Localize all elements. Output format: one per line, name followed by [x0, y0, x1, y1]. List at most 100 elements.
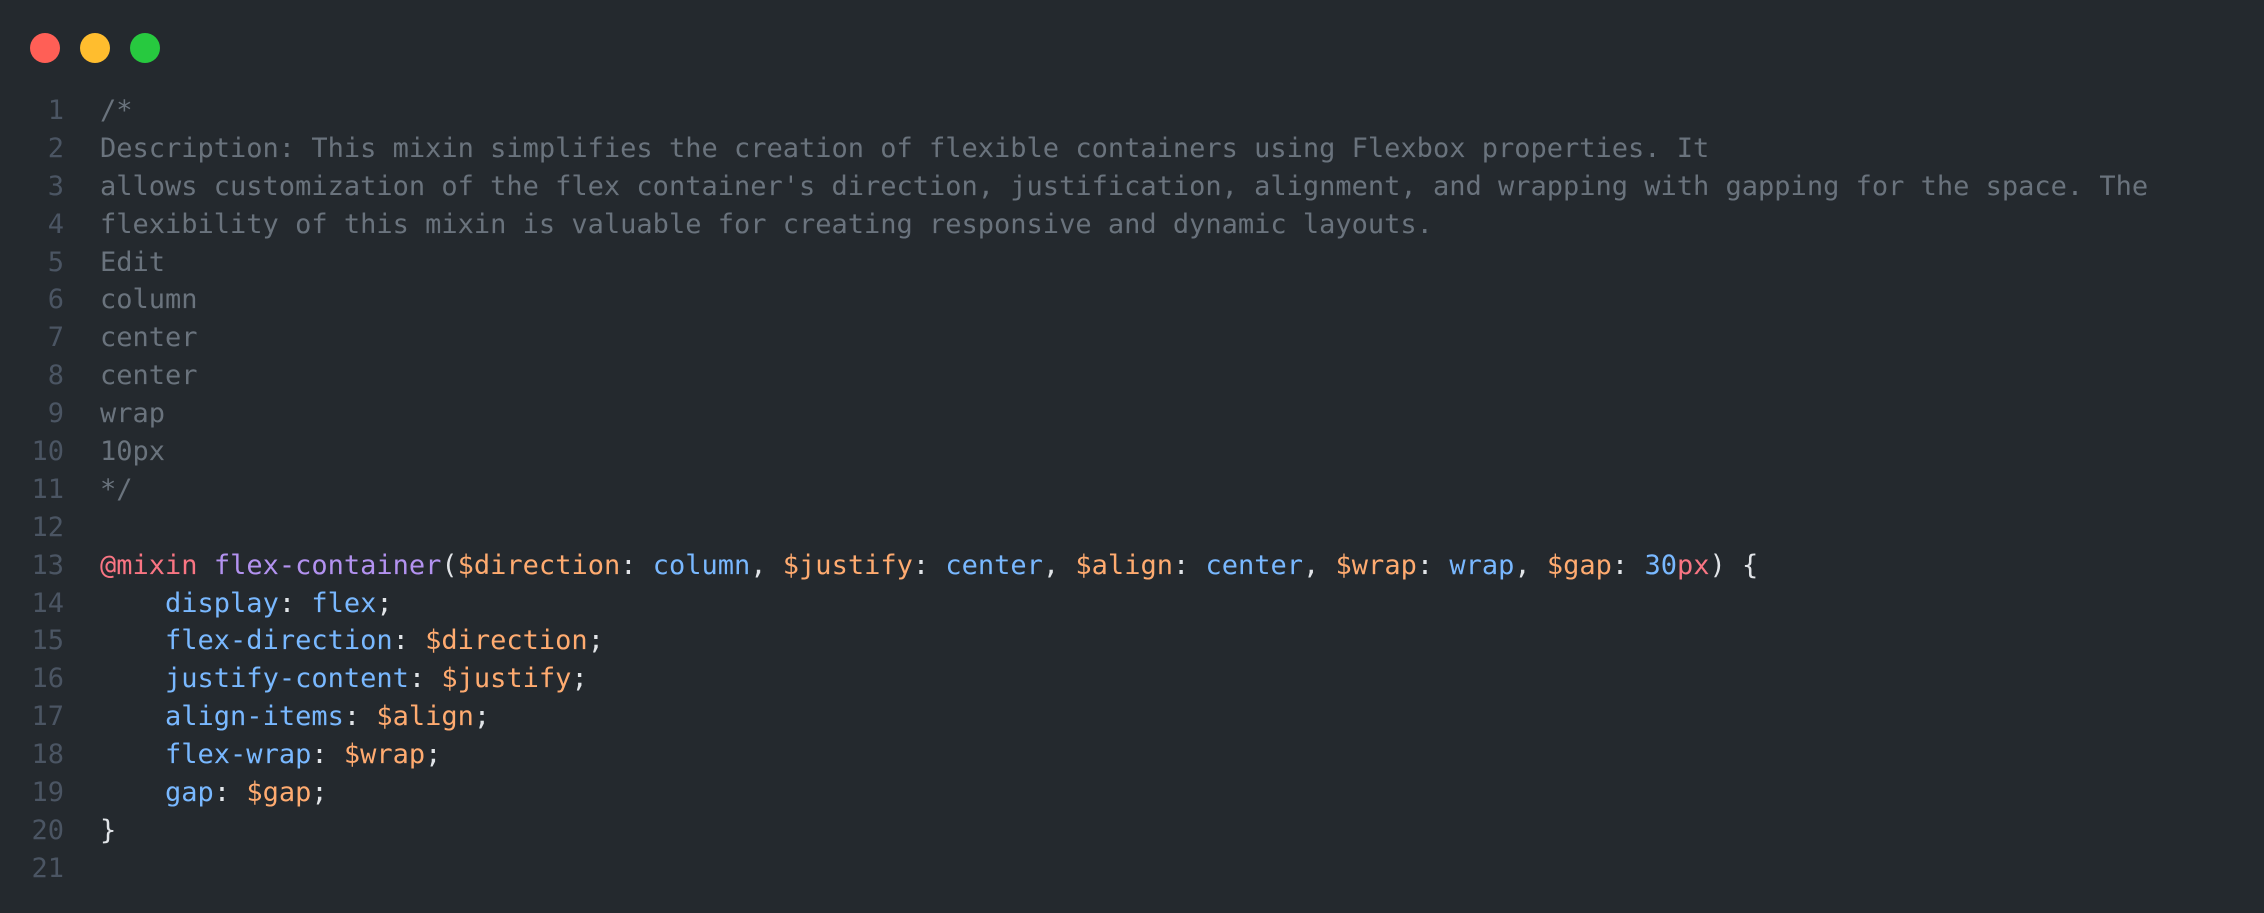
line-content: center [100, 357, 198, 395]
code-token: ) { [1709, 549, 1759, 581]
line-content: center [100, 319, 198, 357]
code-token: gap [165, 777, 214, 809]
code-line: 1 /* [0, 92, 2264, 130]
line-content: @mixin flex-container($direction: column… [100, 547, 1758, 585]
line-content: gap: $gap; [100, 774, 328, 812]
line-content: flexibility of this mixin is valuable fo… [100, 206, 1433, 244]
line-number: 4 [47, 208, 64, 240]
code-token: : [343, 701, 377, 733]
code-line: 10 10px [0, 433, 2264, 471]
code-token: : [408, 663, 442, 695]
code-token: flex-wrap [165, 739, 312, 771]
line-content: wrap [100, 395, 165, 433]
code-token: $align [376, 701, 474, 733]
code-token: align-items [165, 701, 344, 733]
line-content: */ [100, 471, 133, 509]
code-token: center [100, 322, 198, 354]
line-content: allows customization of the flex contain… [100, 168, 2148, 206]
code-line: 2 Description: This mixin simplifies the … [0, 130, 2264, 168]
code-line: 13 @mixin flex-container($direction: colu… [0, 547, 2264, 585]
code-token: $wrap [1335, 549, 1417, 581]
code-token: allows customization of the flex contain… [100, 170, 2149, 202]
code-token: flex-direction [165, 625, 393, 657]
line-number: 10 [31, 436, 64, 468]
line-number: 9 [47, 398, 64, 430]
code-line: 3 allows customization of the flex contai… [0, 168, 2264, 206]
code-token: , [1042, 549, 1076, 581]
code-line: 15 flex-direction: $direction; [0, 622, 2264, 660]
code-token: px [1676, 549, 1710, 581]
line-number: 12 [31, 511, 64, 543]
line-number: 17 [31, 701, 64, 733]
code-token: */ [100, 473, 133, 505]
line-content: flex-direction: $direction; [100, 622, 604, 660]
code-token: : [620, 549, 653, 581]
code-token: column [100, 284, 198, 316]
line-number: 18 [31, 739, 64, 771]
line-number: 16 [31, 663, 64, 695]
code-line: 6 column [0, 281, 2264, 319]
code-token: 10px [100, 436, 166, 468]
code-token: flexibility of this mixin is valuable fo… [100, 208, 1433, 240]
line-number: 20 [31, 814, 64, 846]
code-token: Edit [100, 246, 166, 278]
code-line: 20} [0, 812, 2264, 850]
line-number: 19 [31, 777, 64, 809]
line-number: 2 [47, 132, 64, 164]
code-token: , [750, 549, 783, 581]
code-line: 18 flex-wrap: $wrap; [0, 736, 2264, 774]
line-content: column [100, 281, 198, 319]
line-number: 1 [47, 95, 64, 126]
line-content: } [100, 812, 116, 850]
code-token: } [100, 814, 117, 846]
line-content: flex-wrap: $wrap; [100, 736, 441, 774]
code-line: 19 gap: $gap; [0, 774, 2264, 812]
line-content: 10px [100, 433, 165, 471]
code-token: ; [571, 663, 588, 695]
line-number: 5 [47, 246, 64, 278]
code-token: : [912, 549, 946, 581]
maximize-window-button[interactable] [130, 33, 160, 63]
code-token: $direction [457, 549, 621, 581]
code-token: ( [441, 549, 458, 581]
code-token: $gap [1546, 549, 1612, 581]
line-content: justify-content: $justify; [100, 660, 588, 698]
code-token: : [392, 625, 426, 657]
code-token: , [1303, 549, 1336, 581]
line-number: 15 [31, 625, 64, 657]
minimize-window-button[interactable] [80, 33, 110, 63]
code-token: wrap [100, 398, 166, 430]
line-content: display: flex; [100, 585, 393, 623]
code-token: Description: This mixin simplifies the c… [100, 132, 1710, 164]
line-number: 13 [31, 549, 64, 581]
code-line: 16 justify-content: $justify; [0, 660, 2264, 698]
line-content: Description: This mixin simplifies the c… [100, 130, 1709, 168]
close-window-button[interactable] [30, 33, 60, 63]
code-token: display [165, 587, 279, 619]
code-token: center [945, 549, 1043, 581]
code-editor[interactable]: 1 /* 2 Description: This mixin simplifies t… [0, 92, 2264, 888]
code-token: $align [1075, 549, 1173, 581]
code-line: 7 center [0, 319, 2264, 357]
code-token: : [311, 739, 344, 771]
code-token: : [1611, 549, 1645, 581]
line-number: 21 [31, 852, 64, 884]
line-number: 11 [31, 473, 64, 505]
code-token: wrap [1449, 549, 1515, 581]
code-line: 5 Edit [0, 244, 2264, 282]
code-token: column [652, 549, 751, 581]
code-token: ; [376, 587, 393, 619]
code-token: $justify [782, 549, 913, 581]
line-number: 8 [47, 360, 64, 392]
code-line: 21 [0, 850, 2264, 888]
code-line: 14 display: flex; [0, 585, 2264, 623]
code-token: center [100, 360, 198, 392]
code-token: $direction [425, 625, 588, 657]
window-titlebar [0, 0, 2264, 90]
code-window: 1 /* 2 Description: This mixin simplifies t… [0, 0, 2264, 913]
code-line: 9 wrap [0, 395, 2264, 433]
